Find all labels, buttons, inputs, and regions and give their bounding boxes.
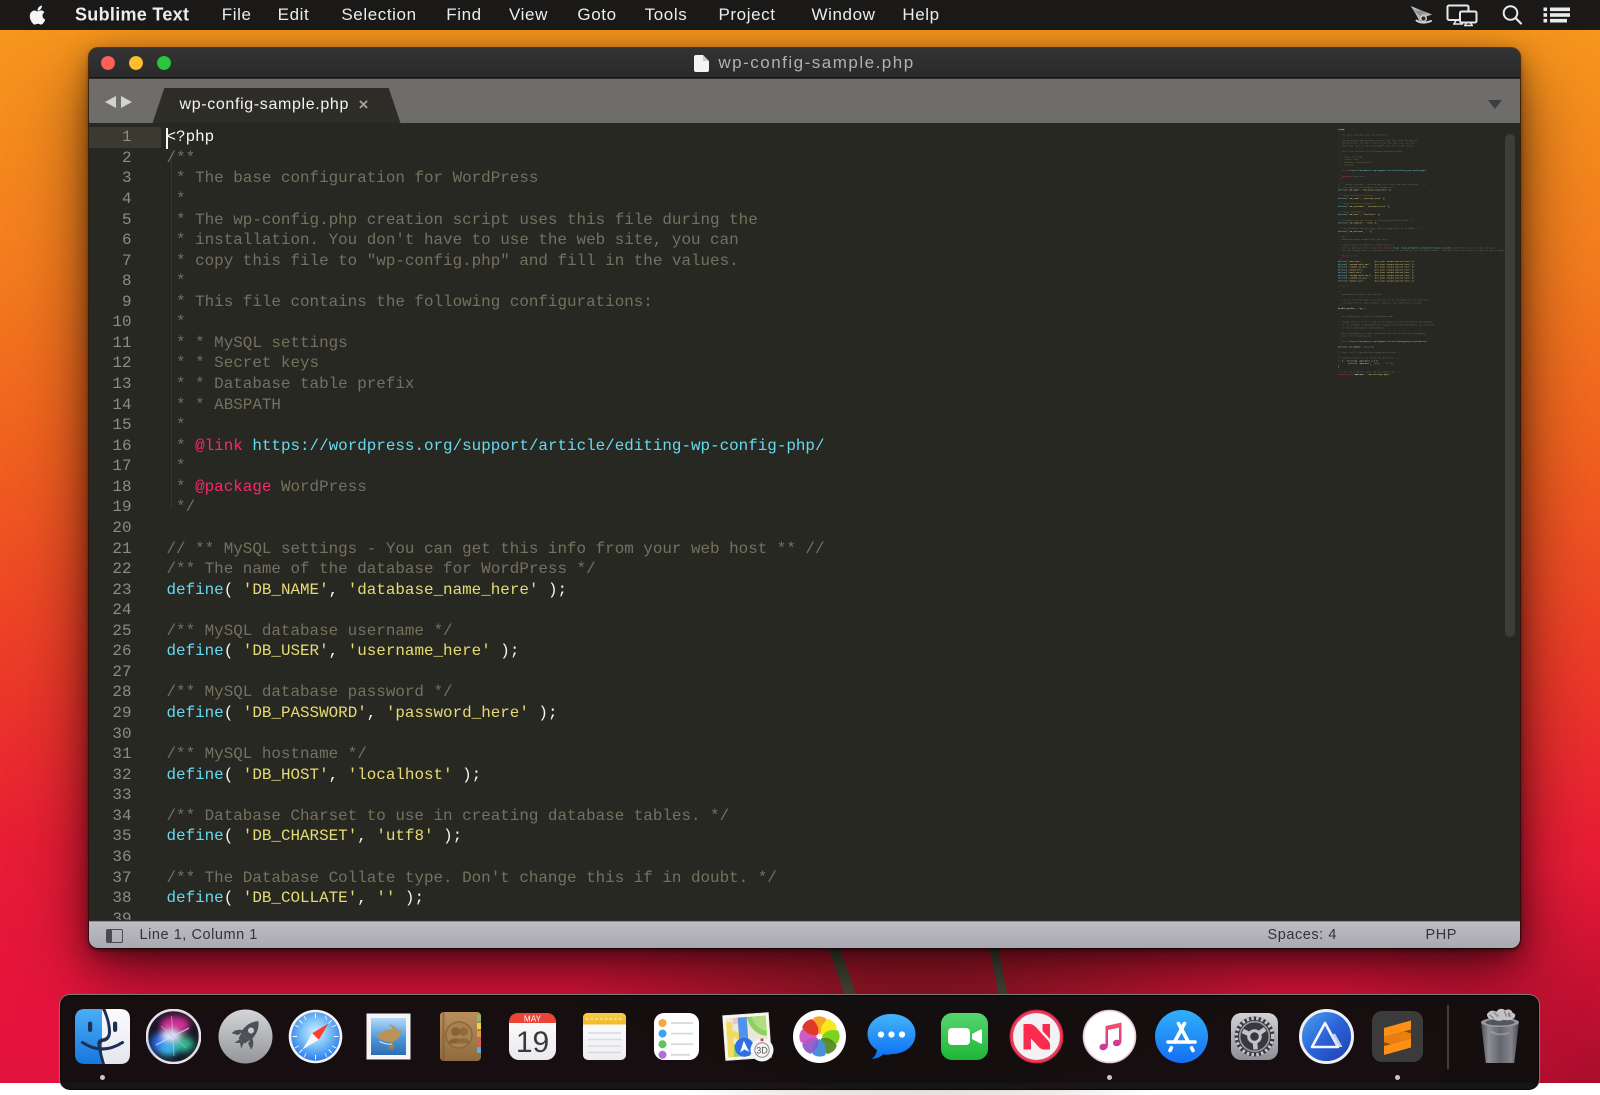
svg-text:MAY: MAY <box>524 1014 542 1023</box>
svg-text:19: 19 <box>516 1026 549 1059</box>
svg-text:3D: 3D <box>757 1045 769 1055</box>
